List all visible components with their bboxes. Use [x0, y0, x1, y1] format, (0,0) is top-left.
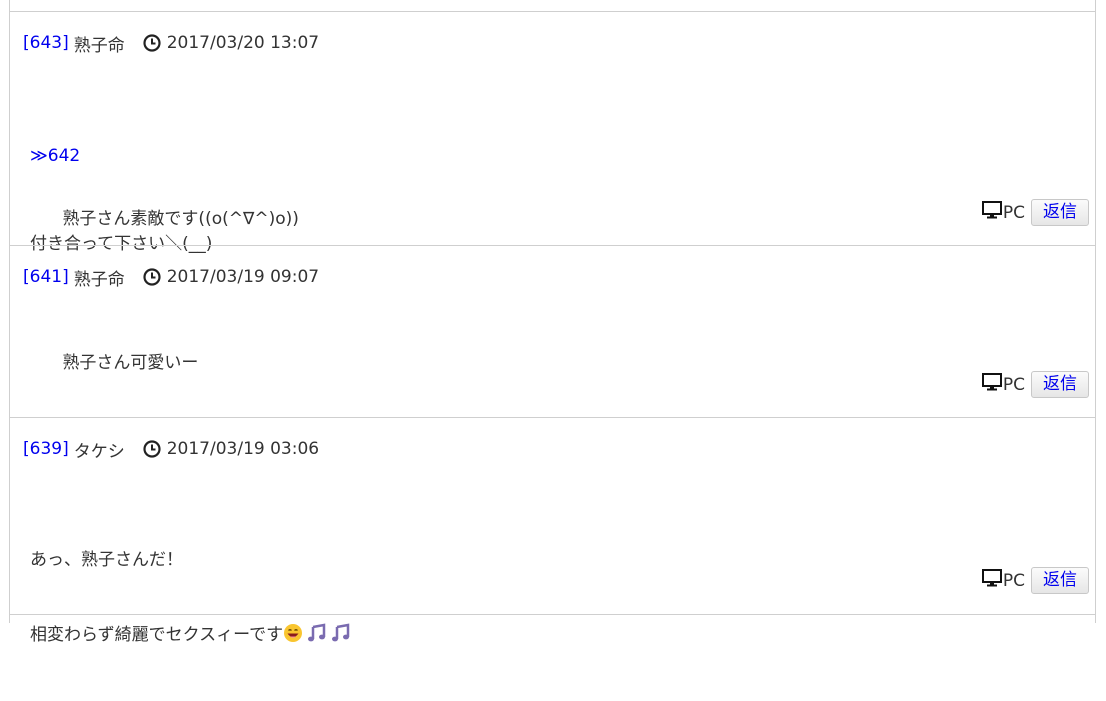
music-note-icon: [307, 623, 327, 651]
post-body: 熟子さん可愛いー: [30, 326, 198, 401]
reply-button[interactable]: 返信: [1031, 567, 1089, 594]
post-author: 熟子命: [73, 269, 125, 290]
post-footer: PC 返信: [981, 371, 1089, 398]
monitor-icon: [981, 201, 1003, 224]
music-note-icon: [331, 623, 351, 651]
post-body: あっ、熟子さんだ！ 相変わらず綺麗でセクスィーです: [30, 498, 351, 701]
post-thread: [643] 熟子命 2017/03/20 13:07 ≫642 熟子さん素敵です…: [9, 0, 1096, 645]
post-header: [639] タケシ 2017/03/19 03:06: [23, 438, 320, 462]
post-text-line: あっ、熟子さんだ！: [30, 550, 183, 570]
clock-icon: [143, 268, 161, 286]
device-indicator: PC: [981, 569, 1025, 592]
monitor-icon: [981, 373, 1003, 396]
post-header: [641] 熟子命 2017/03/19 09:07: [23, 266, 320, 290]
post-author: 熟子命: [73, 35, 125, 56]
clock-icon: [143, 34, 161, 52]
device-label: PC: [1002, 570, 1025, 591]
clock-icon: [143, 440, 161, 458]
post-641: [641] 熟子命 2017/03/19 09:07 熟子さん可愛いー PC 返…: [10, 245, 1095, 417]
post-footer: PC 返信: [981, 199, 1089, 226]
reply-button[interactable]: 返信: [1031, 199, 1089, 226]
post-number-link[interactable]: [641]: [23, 267, 69, 287]
post-date: 2017/03/19 03:06: [166, 439, 320, 459]
post-text: 熟子さん可愛いー: [62, 353, 199, 373]
device-indicator: PC: [981, 201, 1025, 224]
post-next: [10, 614, 1095, 623]
device-label: PC: [1002, 374, 1025, 395]
post-date: 2017/03/20 13:07: [166, 33, 320, 53]
reply-button[interactable]: 返信: [1031, 371, 1089, 398]
post-number-link[interactable]: [639]: [23, 439, 69, 459]
device-label: PC: [1002, 202, 1025, 223]
post-date: 2017/03/19 09:07: [166, 267, 320, 287]
post-643: [643] 熟子命 2017/03/20 13:07 ≫642 熟子さん素敵です…: [10, 11, 1095, 254]
post-header: [643] 熟子命 2017/03/20 13:07: [23, 32, 320, 56]
post-author: タケシ: [73, 441, 125, 462]
post-text-line: 相変わらず綺麗でセクスィーです: [30, 623, 351, 651]
post-footer: PC 返信: [981, 567, 1089, 594]
grinning-face-icon: [283, 623, 303, 651]
post-number-link[interactable]: [643]: [23, 33, 69, 53]
post-639: [639] タケシ 2017/03/19 03:06 あっ、熟子さんだ！ 相変わ…: [10, 417, 1095, 645]
device-indicator: PC: [981, 373, 1025, 396]
monitor-icon: [981, 569, 1003, 592]
reply-anchor-link[interactable]: ≫642: [30, 144, 299, 169]
